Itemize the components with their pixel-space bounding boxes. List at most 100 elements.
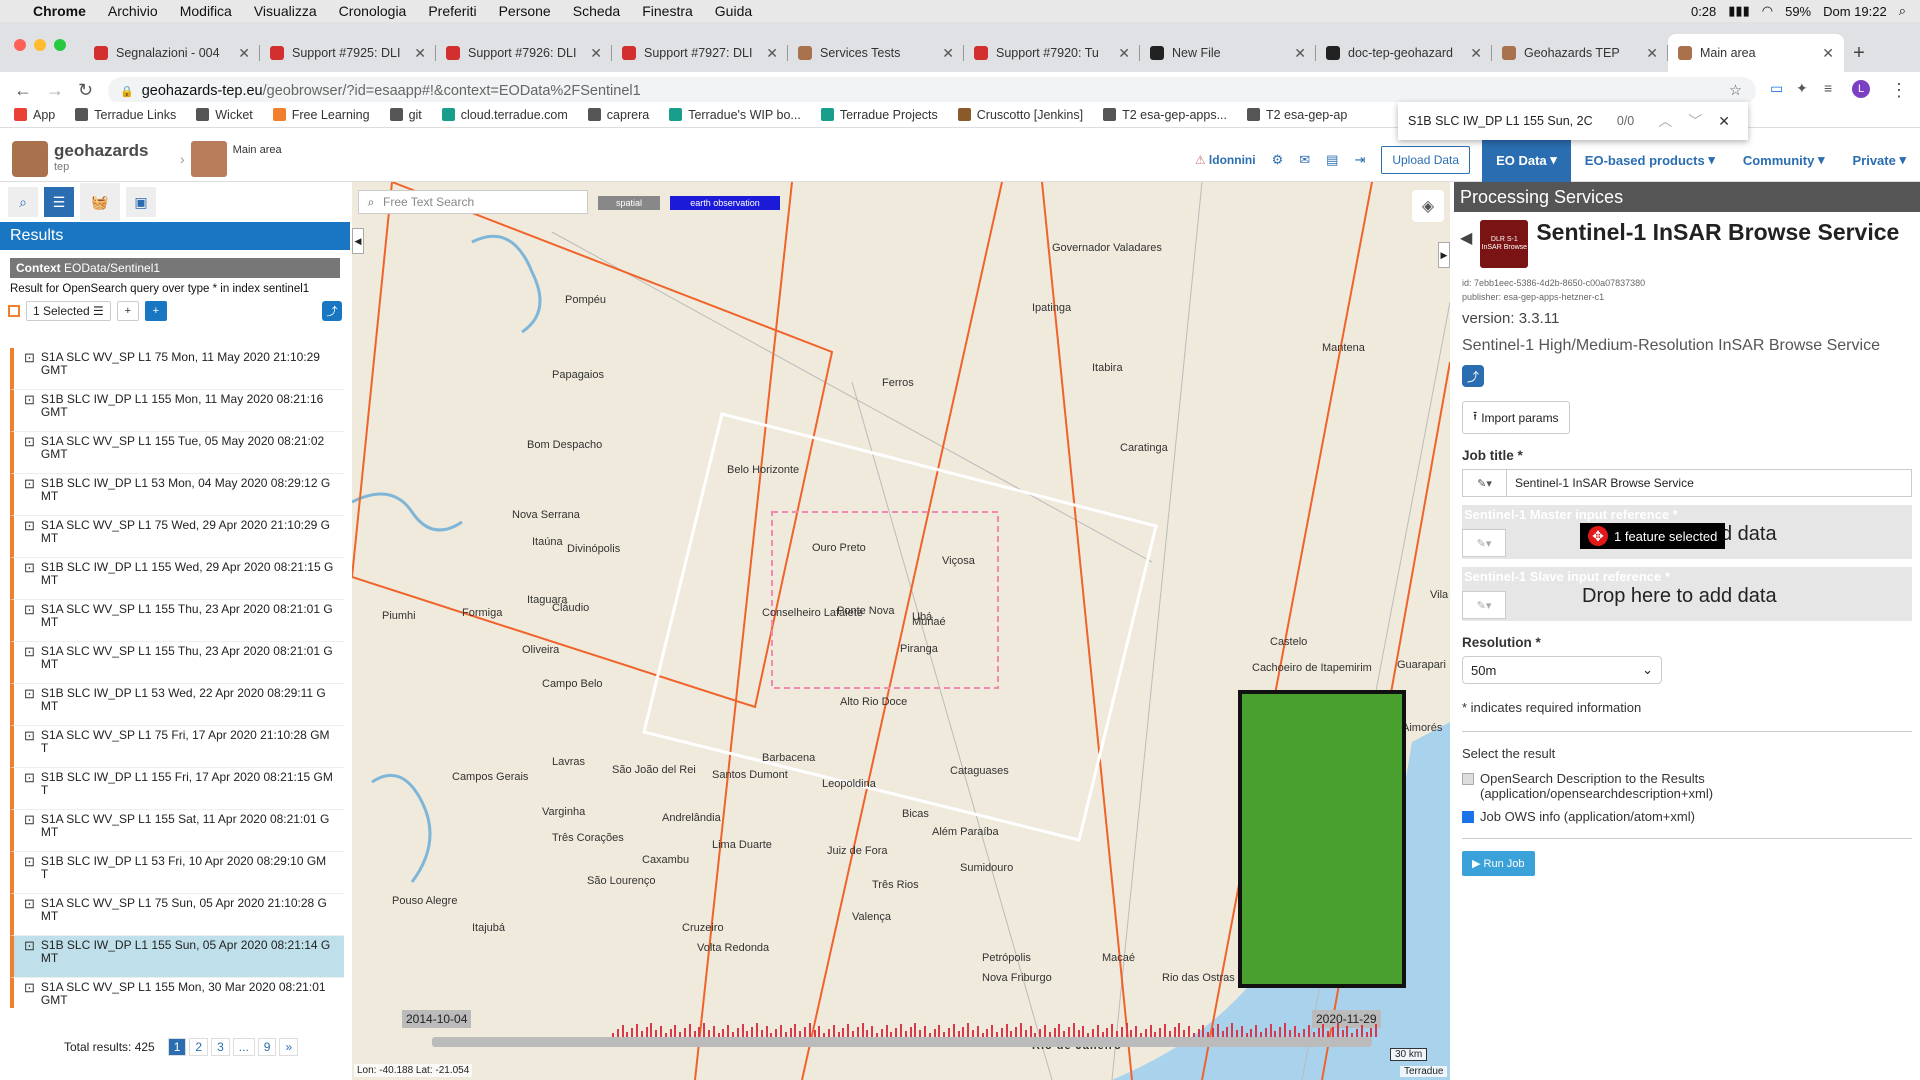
footprint-icon[interactable]: ⊡ <box>24 939 35 977</box>
menu-item[interactable]: Scheda <box>562 3 631 19</box>
timeline-start-date[interactable]: 2014-10-04 <box>402 1010 472 1028</box>
page-3[interactable]: 3 <box>211 1038 230 1056</box>
sar-browse-preview[interactable] <box>1238 690 1406 988</box>
result-item[interactable]: ⊡ S1A SLC WV_SP L1 75 Wed, 29 Apr 2020 21… <box>10 516 344 558</box>
minimize-window-button[interactable] <box>34 39 46 51</box>
breadcrumb-label[interactable]: Main area <box>233 144 282 156</box>
result-item[interactable]: ⊡ S1A SLC WV_SP L1 155 Tue, 05 May 2020 0… <box>10 432 344 474</box>
result-item[interactable]: ⊡ S1B SLC IW_DP L1 53 Mon, 04 May 2020 08… <box>10 474 344 516</box>
list-view-icon[interactable]: ☰ <box>44 187 74 217</box>
reload-icon[interactable]: ↻ <box>78 80 93 101</box>
basket-add-icon[interactable]: + <box>144 301 167 321</box>
forward-icon[interactable]: → <box>46 80 64 101</box>
slave-input-dropzone[interactable]: Sentinel-1 Slave input reference * ✎▾ Dr… <box>1462 567 1912 621</box>
menu-app-name[interactable]: Chrome <box>22 3 97 19</box>
tab-close-icon[interactable]: ✕ <box>1470 45 1482 62</box>
find-prev-icon[interactable]: ︿ <box>1658 111 1672 131</box>
bookmark-item[interactable]: T2 esa-gep-apps... <box>1103 108 1227 122</box>
page-1[interactable]: 1 <box>167 1038 187 1056</box>
wifi-icon[interactable]: ◠ <box>1762 3 1773 19</box>
zoom-window-button[interactable] <box>54 39 66 51</box>
browser-tab[interactable]: Main area ✕ <box>1668 34 1844 72</box>
bookmark-item[interactable]: Cruscotto [Jenkins] <box>957 108 1083 122</box>
menu-item[interactable]: Cronologia <box>328 3 418 19</box>
browser-tab[interactable]: doc-tep-geohazard ✕ <box>1316 34 1492 72</box>
result-item[interactable]: ⊡ S1A SLC WV_SP L1 75 Sun, 05 Apr 2020 21… <box>10 894 344 936</box>
page-next[interactable]: » <box>279 1038 299 1056</box>
menu-item[interactable]: Finestra <box>631 3 704 19</box>
bookmark-item[interactable]: T2 esa-gep-ap <box>1247 108 1347 122</box>
result-item[interactable]: ⊡ S1A SLC WV_SP L1 155 Thu, 23 Apr 2020 0… <box>10 600 344 642</box>
browser-tab[interactable]: Geohazards TEP ✕ <box>1492 34 1668 72</box>
result-item[interactable]: ⊡ S1A SLC WV_SP L1 155 Thu, 23 Apr 2020 0… <box>10 642 344 684</box>
footprint-icon[interactable]: ⊡ <box>24 897 35 935</box>
tab-close-icon[interactable]: ✕ <box>1294 45 1306 62</box>
close-window-button[interactable] <box>14 39 26 51</box>
browser-tab[interactable]: Support #7920: Tu ✕ <box>964 34 1140 72</box>
bookmark-item[interactable]: git <box>389 108 422 122</box>
result-item[interactable]: ⊡ S1B SLC IW_DP L1 53 Wed, 22 Apr 2020 08… <box>10 684 344 726</box>
archive-icon[interactable]: ▣ <box>126 187 156 217</box>
bookmark-item[interactable]: Terradue Links <box>75 108 176 122</box>
footprint-icon[interactable]: ⊡ <box>24 603 35 641</box>
footprint-icon[interactable]: ⊡ <box>24 519 35 557</box>
map-view[interactable]: ⌕ Free Text Search spatial earth observa… <box>352 182 1450 1080</box>
bookmark-item[interactable]: Free Learning <box>272 108 370 122</box>
collapse-left-icon[interactable]: ◀ <box>352 228 364 254</box>
browser-tab[interactable]: Support #7926: DLI ✕ <box>436 34 612 72</box>
clock[interactable]: Dom 19:22 <box>1823 4 1887 19</box>
reading-list-icon[interactable]: ≡ <box>1824 80 1832 96</box>
browser-tab[interactable]: Support #7925: DLI ✕ <box>260 34 436 72</box>
search-bbox[interactable] <box>771 511 999 689</box>
job-title-value[interactable]: Sentinel-1 InSAR Browse Service <box>1507 470 1911 496</box>
basket-icon[interactable]: 🧺 <box>80 183 120 221</box>
browser-tab[interactable]: Segnalazioni - 004 ✕ <box>84 34 260 72</box>
result-item[interactable]: ⊡ S1A SLC WV_SP L1 155 Mon, 30 Mar 2020 0… <box>10 978 344 1008</box>
find-close-icon[interactable]: ✕ <box>1718 113 1730 130</box>
footprint-icon[interactable]: ⊡ <box>24 981 35 1008</box>
search-icon[interactable]: ⌕ <box>8 187 38 217</box>
select-all-checkbox[interactable] <box>8 305 20 317</box>
tab-close-icon[interactable]: ✕ <box>590 45 602 62</box>
footprint-icon[interactable]: ⊡ <box>24 561 35 599</box>
bookmark-item[interactable]: caprera <box>587 108 649 122</box>
page-2[interactable]: 2 <box>189 1038 209 1056</box>
result-item[interactable]: ⊡ S1A SLC WV_SP L1 75 Fri, 17 Apr 2020 21… <box>10 726 344 768</box>
tab-close-icon[interactable]: ✕ <box>766 45 778 62</box>
timeline-slider[interactable] <box>432 1023 1378 1047</box>
magic-wand-icon[interactable]: ✎▾ <box>1462 529 1506 557</box>
page-9[interactable]: 9 <box>257 1038 277 1056</box>
result-option-opensearch[interactable]: OpenSearch Description to the Results (a… <box>1454 767 1920 805</box>
tab-close-icon[interactable]: ✕ <box>1118 45 1130 62</box>
browser-tab[interactable]: New File ✕ <box>1140 34 1316 72</box>
menu-item[interactable]: Modifica <box>169 3 243 19</box>
docs-icon[interactable]: ▤ <box>1326 152 1338 168</box>
result-item[interactable]: ⊡ S1A SLC WV_SP L1 155 Sat, 11 Apr 2020 0… <box>10 810 344 852</box>
footprint-icon[interactable]: ⊡ <box>24 393 35 431</box>
geohazards-logo[interactable]: geohazards tep <box>12 141 148 177</box>
extensions-puzzle-icon[interactable]: ✦ <box>1796 80 1808 97</box>
collapse-right-icon[interactable]: ▶ <box>1438 242 1450 268</box>
mail-icon[interactable]: ✉ <box>1299 152 1310 168</box>
result-item[interactable]: ⊡ S1B SLC IW_DP L1 155 Wed, 29 Apr 2020 0… <box>10 558 344 600</box>
result-item[interactable]: ⊡ S1B SLC IW_DP L1 155 Fri, 17 Apr 2020 0… <box>10 768 344 810</box>
battery-status[interactable]: 59% <box>1785 4 1811 19</box>
upload-data-button[interactable]: Upload Data <box>1381 146 1471 174</box>
tab-close-icon[interactable]: ✕ <box>1822 45 1834 62</box>
tab-close-icon[interactable]: ✕ <box>942 45 954 62</box>
menu-item[interactable]: Visualizza <box>243 3 328 19</box>
spotlight-search-icon[interactable]: ⌕ <box>1899 3 1906 19</box>
resolution-select[interactable]: 50m ⌄ <box>1462 656 1662 684</box>
bookmark-item[interactable]: App <box>14 108 55 122</box>
footprint-icon[interactable]: ⊡ <box>24 351 35 389</box>
tab-close-icon[interactable]: ✕ <box>414 45 426 62</box>
job-title-field[interactable]: ✎▾ Sentinel-1 InSAR Browse Service <box>1462 469 1912 497</box>
back-triangle-icon[interactable]: ◀ <box>1460 228 1472 248</box>
checkbox-checked[interactable] <box>1462 811 1474 823</box>
user-link[interactable]: ⚠ ldonnini <box>1195 153 1256 167</box>
footprint-icon[interactable]: ⊡ <box>24 687 35 725</box>
menu-item[interactable]: Guida <box>704 3 763 19</box>
menu-item[interactable]: Preferiti <box>417 3 487 19</box>
lock-icon[interactable]: 🔒 <box>120 85 134 98</box>
footprint-icon[interactable]: ⊡ <box>24 855 35 893</box>
